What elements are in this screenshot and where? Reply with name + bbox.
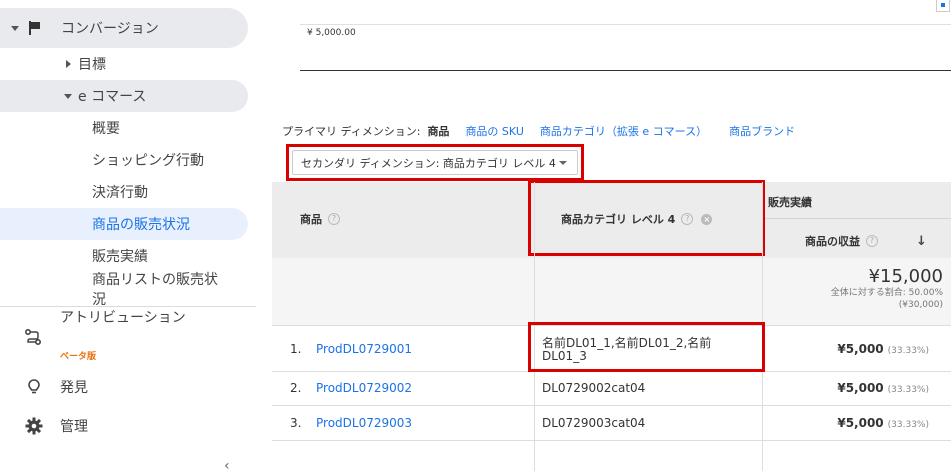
column-group-sales: 販売実績 xyxy=(768,194,812,210)
primary-dimension-label: プライマリ ディメンション: xyxy=(282,125,421,138)
revenue-value: ¥5,000 xyxy=(837,381,884,395)
sidebar-item-label: 管理 xyxy=(60,419,88,435)
row-divider xyxy=(272,325,951,326)
beta-badge: ベータ版 xyxy=(60,352,97,362)
row-divider xyxy=(272,440,951,441)
secondary-dimension-label: セカンダリ ディメンション: 商品カテゴリ レベル 4 xyxy=(301,156,556,170)
secondary-dimension-dropdown[interactable]: セカンダリ ディメンション: 商品カテゴリ レベル 4 xyxy=(292,150,578,175)
help-icon[interactable]: ? xyxy=(866,235,878,247)
flag-icon xyxy=(28,21,42,35)
sidebar-item-admin[interactable]: 管理 xyxy=(0,414,88,438)
chevron-down-icon xyxy=(64,93,72,99)
sidebar-item-overview[interactable]: 概要 xyxy=(92,116,120,140)
sidebar-item-label: 商品リストの販売状況 xyxy=(92,272,218,306)
header-divider xyxy=(762,218,951,219)
sidebar-item-label: ショッピング行動 xyxy=(92,153,204,169)
sidebar-item-discover[interactable]: 発見 xyxy=(0,375,88,399)
total-revenue-share: 全体に対する割合: 50.00% xyxy=(830,288,943,298)
help-icon[interactable]: ? xyxy=(328,213,340,225)
revenue-percent: (33.33%) xyxy=(887,346,929,356)
main-content: ¥ 5,000.00 プライマリ ディメンション: 商品 商品の SKU 商品カ… xyxy=(272,0,951,471)
column-header-revenue[interactable]: 商品の収益 ? ↓ xyxy=(805,233,927,249)
total-revenue-value: ¥15,000 xyxy=(868,266,943,287)
chart-area: ¥ 5,000.00 xyxy=(272,0,951,112)
lightbulb-icon xyxy=(28,379,40,394)
revenue-percent: (33.33%) xyxy=(887,420,929,430)
sidebar-item-product-performance[interactable]: 商品の販売状況 xyxy=(0,208,248,240)
row-index: 2. xyxy=(290,381,302,395)
category-cell-wrap: DL01_3 xyxy=(542,349,587,363)
analytics-page: コンバージョン 目標 e コマース 概要 ショッピング行動 決済行動 商品の販売… xyxy=(0,0,951,471)
sidebar-item-label: アトリビューション xyxy=(60,310,186,326)
close-icon[interactable]: × xyxy=(701,213,713,225)
chart-tick-label: ¥ 5,000.00 xyxy=(307,28,356,38)
revenue-cell: ¥5,000 (33.33%) xyxy=(837,381,929,395)
product-link[interactable]: ProdDL0729001 xyxy=(316,342,412,356)
category-cell: DL0729002cat04 xyxy=(542,381,646,395)
row-index: 3. xyxy=(290,416,302,430)
sidebar-item-label: e コマース xyxy=(78,89,147,105)
sidebar-item-label: 販売実績 xyxy=(92,249,148,265)
sidebar-item-goals[interactable]: 目標 xyxy=(0,52,106,76)
sidebar-item-label: 商品の販売状況 xyxy=(92,217,190,233)
sidebar-item-ecommerce[interactable]: e コマース xyxy=(0,80,248,112)
collapse-sidebar-icon[interactable]: ‹ xyxy=(224,458,230,471)
row-divider xyxy=(272,371,951,372)
column-divider xyxy=(534,182,535,471)
primary-dimension-bar: プライマリ ディメンション: 商品 商品の SKU 商品カテゴリ（拡張 e コマ… xyxy=(282,123,795,139)
attribution-icon xyxy=(24,328,42,346)
sidebar-item-label: 目標 xyxy=(78,57,106,73)
column-divider xyxy=(762,182,763,471)
column-header-product[interactable]: 商品 ? xyxy=(300,211,340,227)
dimension-option-sku[interactable]: 商品の SKU xyxy=(465,123,523,139)
chevron-down-icon xyxy=(559,161,567,165)
revenue-value: ¥5,000 xyxy=(837,416,884,430)
revenue-cell: ¥5,000 (33.33%) xyxy=(837,416,929,430)
column-group-label: 販売実績 xyxy=(768,196,812,209)
sidebar-item-label: 決済行動 xyxy=(92,185,148,201)
primary-dimension-current: 商品 xyxy=(427,125,450,138)
gear-icon xyxy=(25,417,43,435)
sidebar-item-checkout-behavior[interactable]: 決済行動 xyxy=(92,180,148,204)
product-link[interactable]: ProdDL0729002 xyxy=(316,381,412,395)
column-header-label: 商品カテゴリ レベル 4 xyxy=(561,213,676,226)
dimension-option-category[interactable]: 商品カテゴリ（拡張 e コマース） xyxy=(540,123,707,139)
row-divider xyxy=(272,405,951,406)
sidebar-item-label: 発見 xyxy=(60,380,88,396)
help-icon[interactable]: ? xyxy=(681,213,694,225)
chart-marker-icon xyxy=(936,0,950,12)
chevron-down-icon xyxy=(11,25,19,31)
sidebar-item-label: コンバージョン xyxy=(61,21,159,37)
sidebar-item-attribution[interactable]: アトリビューション xyxy=(0,308,190,352)
sidebar: コンバージョン 目標 e コマース 概要 ショッピング行動 決済行動 商品の販売… xyxy=(0,0,256,471)
sidebar-divider xyxy=(0,306,256,307)
sidebar-item-label: 概要 xyxy=(92,121,120,137)
row-index: 1. xyxy=(290,342,302,356)
revenue-value: ¥5,000 xyxy=(837,342,884,356)
chevron-right-icon xyxy=(66,60,71,68)
sidebar-item-product-list-performance[interactable]: 商品リストの販売状況 xyxy=(92,270,222,306)
revenue-percent: (33.33%) xyxy=(887,385,929,395)
chart-gridline xyxy=(300,24,951,25)
category-cell: DL0729003cat04 xyxy=(542,416,646,430)
sidebar-item-shopping-behavior[interactable]: ショッピング行動 xyxy=(92,148,204,172)
total-revenue: ¥15,000 全体に対する割合: 50.00% (¥30,000) xyxy=(762,266,943,311)
product-link[interactable]: ProdDL0729003 xyxy=(316,416,412,430)
chart-axis xyxy=(300,70,951,71)
total-revenue-overall: (¥30,000) xyxy=(898,300,943,310)
sidebar-item-sales-performance[interactable]: 販売実績 xyxy=(92,244,148,268)
revenue-cell: ¥5,000 (33.33%) xyxy=(837,342,929,356)
column-header-label: 商品の収益 xyxy=(805,235,860,248)
sort-descending-icon[interactable]: ↓ xyxy=(916,234,927,249)
sidebar-item-conversion[interactable]: コンバージョン xyxy=(0,8,248,48)
column-header-label: 商品 xyxy=(300,213,322,226)
column-header-category[interactable]: 商品カテゴリ レベル 4 ? × xyxy=(561,211,713,227)
dimension-option-brand[interactable]: 商品ブランド xyxy=(729,123,795,139)
